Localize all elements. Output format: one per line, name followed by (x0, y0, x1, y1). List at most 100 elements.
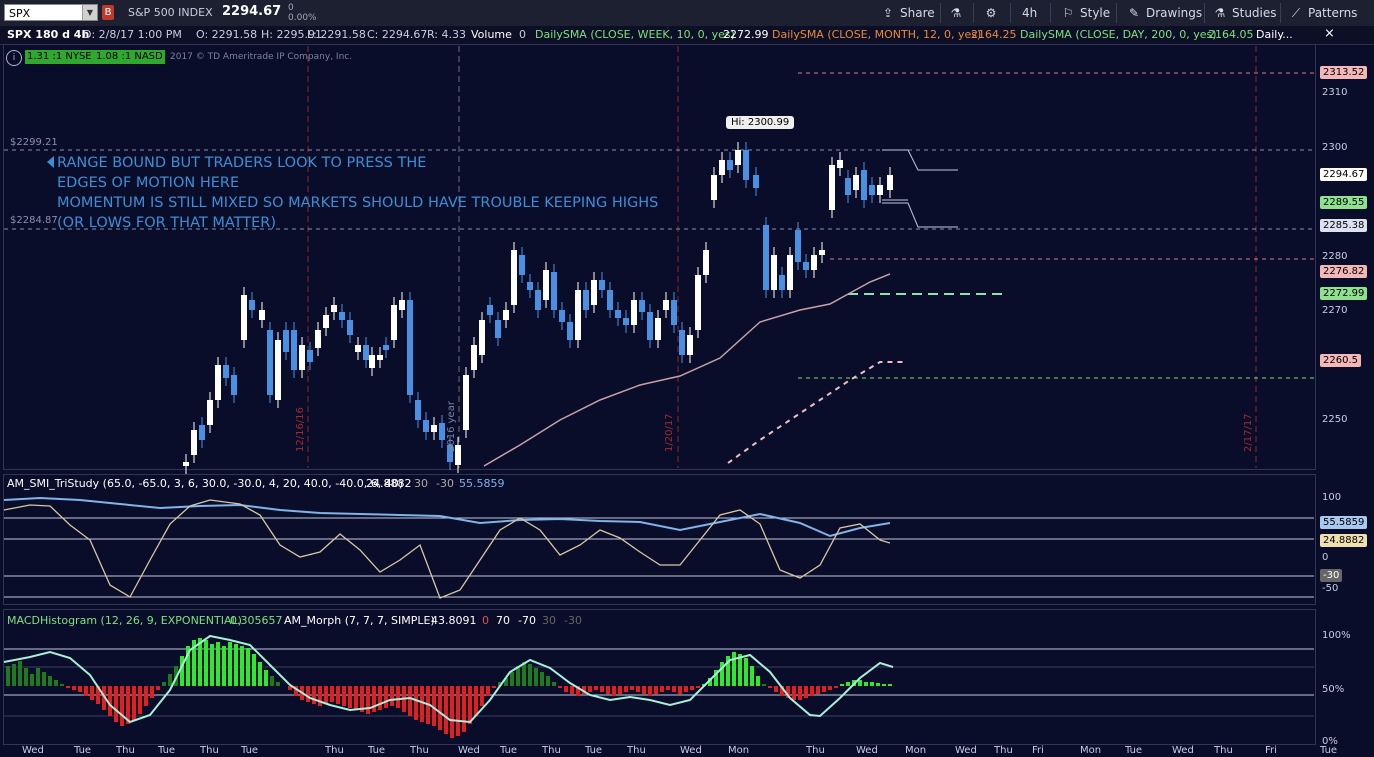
price-tag: 2285.38 (1320, 219, 1368, 232)
smi-value: 24.8882 (366, 477, 412, 490)
divider (940, 3, 941, 23)
drawings-button[interactable]: ✎ Drawings (1126, 4, 1202, 22)
share-button[interactable]: ⇪ Share (880, 4, 935, 22)
price-axis-label: 2310 (1322, 87, 1348, 98)
date-axis-label: Tue (1125, 745, 1143, 756)
date-axis-label: Mon (728, 745, 750, 756)
date-axis-label: Mon (1080, 745, 1102, 756)
info-icon[interactable]: i (6, 50, 22, 66)
date-axis-label: Thu (200, 745, 219, 756)
date-axis-label: Wed (955, 745, 977, 756)
bar-date: D: 2/8/17 1:00 PM (83, 28, 182, 41)
smi-panel[interactable] (3, 474, 1316, 605)
date-axis-label: Tue (368, 745, 386, 756)
annotation-line: MOMENTUM IS STILL MIXED SO MARKETS SHOUL… (57, 195, 659, 211)
date-axis-label: Tue (500, 745, 518, 756)
date-axis: Wed Tue Thu Tue Thu Tue Thu Tue Thu Wed Tue Thu Tue T… (0, 745, 1374, 757)
divider (1280, 3, 1281, 23)
morph-value: 0 (482, 614, 489, 627)
smi-axis-label: 100 (1322, 492, 1342, 503)
change-percent: 0.00% (288, 13, 317, 23)
date-axis-label: Thu (806, 745, 825, 756)
date-axis-label: Tue (74, 745, 92, 756)
morph-study-label[interactable]: AM_Morph (7, 7, 7, SIMPLE) (284, 614, 435, 627)
divider (1204, 3, 1205, 23)
sma-day-value: 2164.05 (1208, 28, 1254, 41)
price-axis-label: 2270 (1322, 305, 1348, 316)
morph-value: -30 (564, 614, 582, 627)
smi-study-label[interactable]: AM_SMI_TriStudy (65.0, -65.0, 3, 6, 30.0… (7, 477, 403, 490)
date-axis-label: Mon (905, 745, 927, 756)
copyright: 2017 © TD Ameritrade IP Company, Inc. (170, 52, 353, 62)
date-axis-label: Thu (1214, 745, 1233, 756)
price-tag: 2276.82 (1320, 265, 1368, 278)
sma-week-value: 2272.99 (723, 28, 769, 41)
nasd-badge: 1.08 :1 NASD (94, 50, 165, 64)
smi-value: -30 (436, 477, 454, 490)
date-axis-label: Wed (680, 745, 702, 756)
price-panel[interactable] (3, 44, 1316, 470)
top-toolbar: SPX ▼ B S&P 500 INDEX 2294.67 0 0.00% ⇪ S… (0, 0, 1374, 27)
flask-icon: ⚗ (950, 6, 962, 20)
last-price: 2294.67 (222, 4, 282, 19)
divider (1010, 3, 1011, 23)
style-label: Style (1080, 6, 1111, 20)
change-value: 0 (288, 3, 294, 13)
gear-icon: ⚙ (985, 6, 997, 20)
patterns-label: Patterns (1308, 6, 1358, 20)
patterns-button[interactable]: ⟋ Patterns (1288, 4, 1358, 22)
index-name: S&P 500 INDEX (128, 6, 213, 19)
macd-panel[interactable] (3, 609, 1316, 745)
more-studies[interactable]: Daily... (1256, 28, 1293, 41)
bar-low: L: 2291.58 (307, 28, 366, 41)
flag-badge[interactable]: B (102, 5, 114, 20)
annotation-line: EDGES OF MOTION HERE (57, 175, 240, 191)
date-axis-label: Tue (1320, 745, 1338, 756)
price-tag: 2294.67 (1320, 168, 1368, 181)
symbol-dropdown-icon[interactable]: ▼ (82, 5, 97, 20)
studies-button[interactable]: ⚗ Studies (1212, 4, 1277, 22)
price-axis-label: 2300 (1322, 142, 1348, 153)
bar-close: C: 2294.67 (367, 28, 428, 41)
macd-study-label[interactable]: MACDHistogram (12, 26, 9, EXPONENTIAL) (7, 614, 242, 627)
price-tag: 2260.5 (1320, 354, 1361, 367)
patterns-icon: ⟋ (1291, 6, 1301, 20)
sma-day-label[interactable]: DailySMA (CLOSE, DAY, 200, 0, yes) (1020, 28, 1217, 41)
date-axis-label: Tue (241, 745, 259, 756)
sma-week-label[interactable]: DailySMA (CLOSE, WEEK, 10, 0, yes) (535, 28, 735, 41)
price-tag: 2313.52 (1320, 66, 1368, 79)
bar-range: R: 4.33 (427, 28, 466, 41)
crosshair-icon[interactable]: ⨯ (1324, 26, 1335, 41)
high-tooltip: Hi: 2300.99 (726, 116, 795, 129)
chart-annotation[interactable]: RANGE BOUND BUT TRADERS LOOK TO PRESS TH… (57, 153, 658, 233)
divider (1050, 3, 1051, 23)
sma-month-label[interactable]: DailySMA (CLOSE, MONTH, 12, 0, yes) (772, 28, 981, 41)
style-button[interactable]: ⚐ Style (1060, 4, 1111, 22)
chart-info-bar: SPX 180 d 4h D: 2/8/17 1:00 PM O: 2291.5… (0, 26, 1374, 45)
lower-level-label: $2284.87 (10, 215, 58, 226)
date-axis-label: Fri (1265, 745, 1277, 756)
volume-value: 0 (519, 28, 526, 41)
chart-id[interactable]: SPX 180 d 4h (7, 28, 89, 41)
flask-button[interactable]: ⚗ (948, 4, 968, 22)
nyse-badge: 1.31 :1 NYSE (25, 50, 94, 64)
date-axis-label: Tue (158, 745, 176, 756)
date-marker-label: 2/17/17 (1243, 413, 1254, 452)
year-marker-label: 2016 year (446, 401, 457, 452)
date-marker-label: 1/20/17 (664, 413, 675, 452)
macd-axis-label: 50% (1322, 684, 1345, 695)
macd-value: 0.305657 (230, 614, 283, 627)
price-change: 0 0.00% (288, 3, 317, 23)
morph-value: 30 (542, 614, 556, 627)
date-axis-label: Thu (410, 745, 429, 756)
date-marker-label: 12/16/16 (295, 407, 306, 452)
smi-value: 55.5859 (459, 477, 505, 490)
price-axis-label: 2280 (1322, 251, 1348, 262)
volume-label[interactable]: Volume (471, 28, 512, 41)
price-axis-label: 2250 (1322, 414, 1348, 425)
settings-button[interactable]: ⚙ (983, 4, 1003, 22)
morph-value: 43.8091 (431, 614, 477, 627)
annotation-line: RANGE BOUND BUT TRADERS LOOK TO PRESS TH… (57, 155, 427, 171)
symbol-input[interactable]: SPX ▼ (4, 4, 98, 21)
timeframe-button[interactable]: 4h (1022, 4, 1037, 22)
